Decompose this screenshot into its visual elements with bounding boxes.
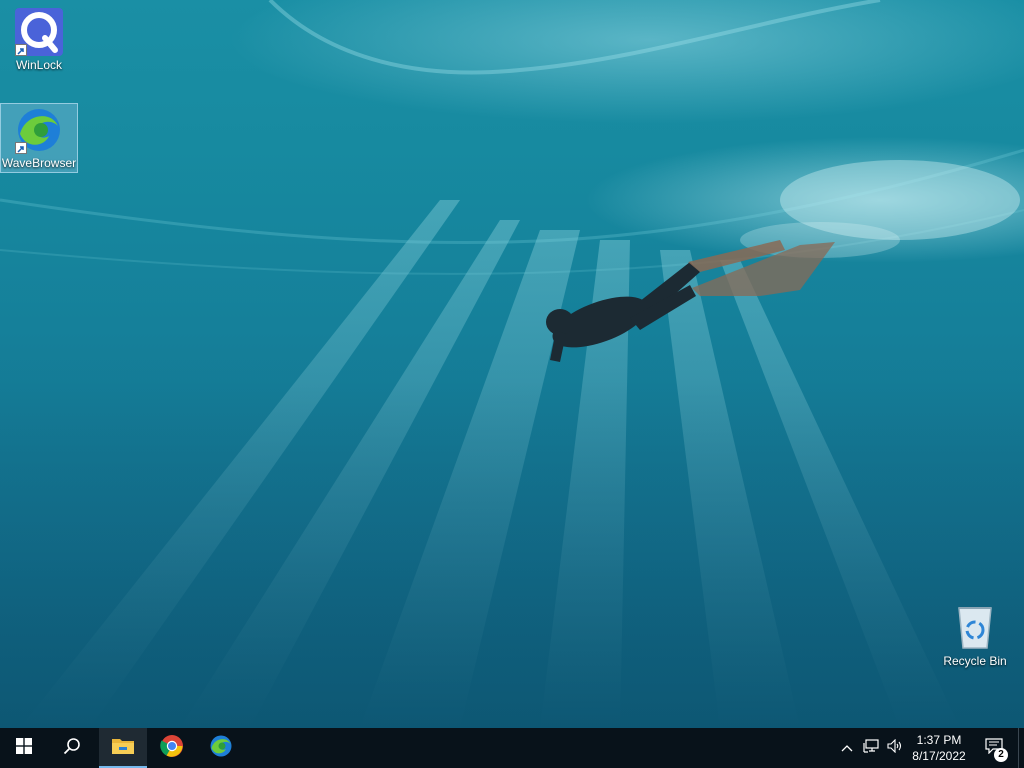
start-button[interactable]	[0, 728, 48, 768]
search-icon	[63, 737, 81, 760]
chrome-icon	[160, 734, 184, 763]
volume-icon	[887, 738, 903, 758]
taskbar-chrome[interactable]	[148, 728, 196, 768]
desktop-icon-label: Recycle Bin	[943, 654, 1007, 668]
desktop-icon-label: WaveBrowser	[1, 156, 77, 170]
wavebrowser-icon	[15, 106, 63, 154]
shortcut-arrow-icon	[15, 44, 27, 56]
freediver-figure	[546, 240, 835, 362]
taskbar: 1:37 PM 8/17/2022 2	[0, 728, 1024, 768]
network-button[interactable]	[860, 728, 882, 768]
show-desktop-button[interactable]	[1018, 728, 1024, 768]
action-center-button[interactable]: 2	[974, 728, 1014, 768]
search-button[interactable]	[48, 728, 96, 768]
desktop-icon-label: WinLock	[15, 58, 62, 72]
desktop-icon-wavebrowser[interactable]: WaveBrowser	[0, 103, 78, 173]
winlock-icon	[15, 8, 63, 56]
chevron-up-icon	[841, 739, 853, 757]
desktop[interactable]: WinLock WaveBrowser Recycle Bin	[0, 0, 1024, 728]
clock-button[interactable]: 1:37 PM 8/17/2022	[906, 728, 972, 768]
desktop-icon-recycle-bin[interactable]: Recycle Bin	[937, 602, 1013, 670]
wallpaper	[0, 0, 1024, 728]
wavebrowser-icon	[209, 734, 233, 763]
windows-logo-icon	[16, 737, 32, 759]
file-explorer-icon	[111, 736, 135, 761]
show-hidden-icons-button[interactable]	[836, 728, 858, 768]
notification-count-badge: 2	[994, 748, 1008, 762]
recycle-bin-icon	[951, 604, 999, 652]
volume-button[interactable]	[884, 728, 906, 768]
clock-time: 1:37 PM	[916, 733, 962, 747]
desktop-icon-winlock[interactable]: WinLock	[1, 6, 77, 72]
network-icon	[863, 738, 879, 758]
taskbar-wavebrowser[interactable]	[197, 728, 245, 768]
shortcut-arrow-icon	[15, 142, 27, 154]
clock-date: 8/17/2022	[912, 749, 966, 763]
taskbar-file-explorer[interactable]	[99, 728, 147, 768]
